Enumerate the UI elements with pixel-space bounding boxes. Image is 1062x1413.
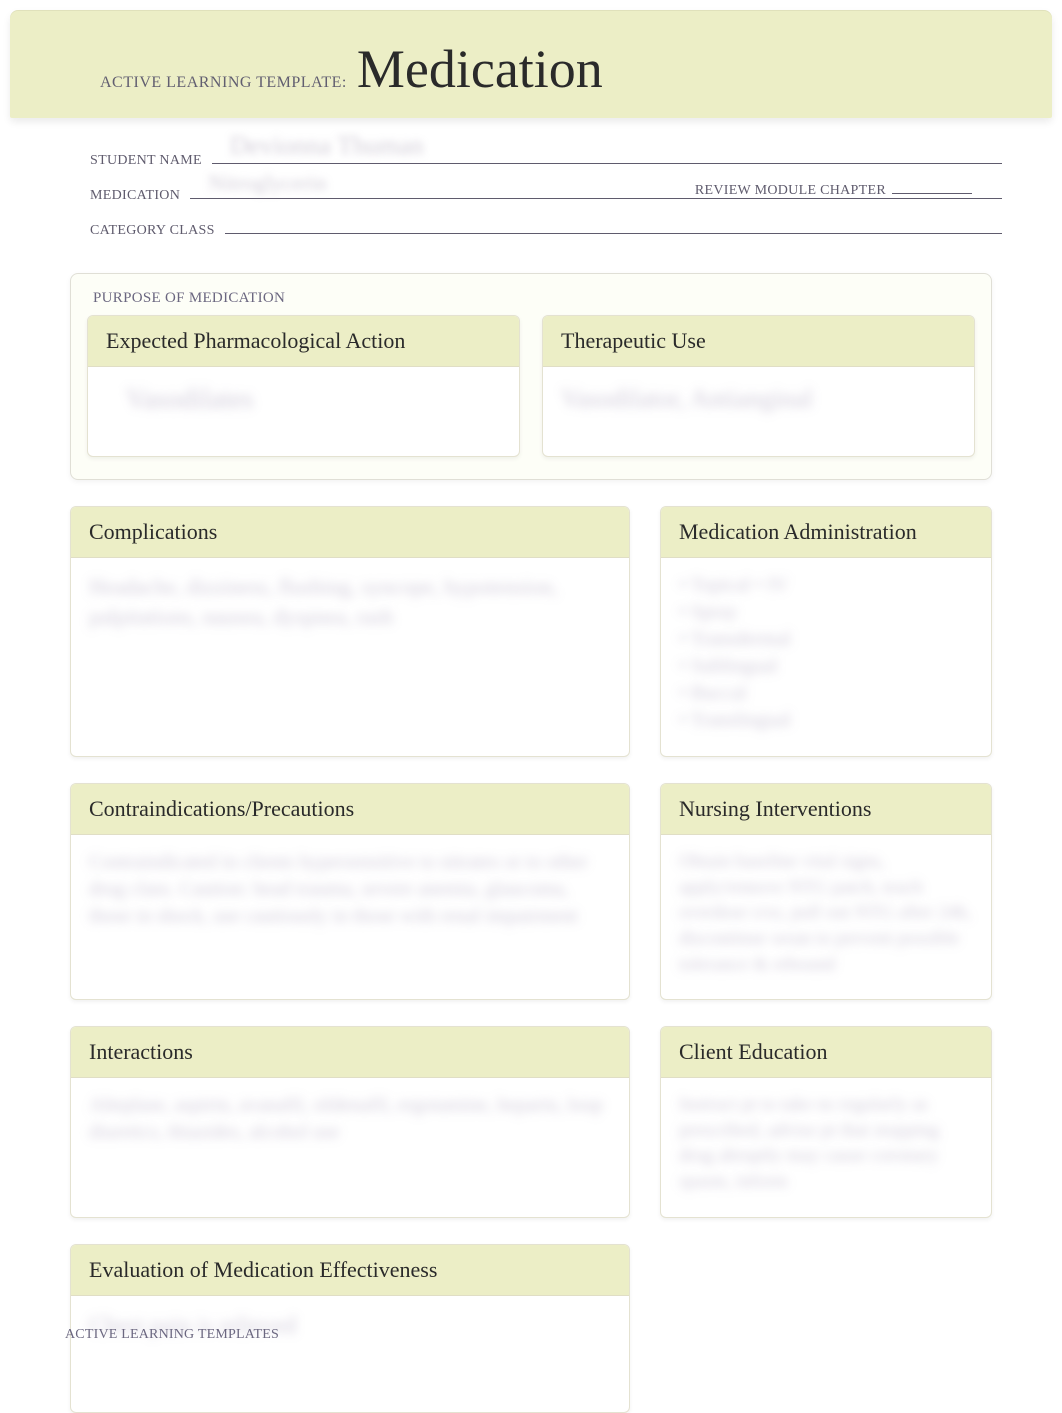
info-block: STUDENT NAME Devionna Thuman MEDICATION …: [0, 118, 1062, 263]
review-chapter-row: REVIEW MODULE CHAPTER: [695, 178, 972, 199]
medication-label: MEDICATION: [90, 188, 180, 204]
interactions-body[interactable]: Alteplase, aspirin, avanafil, sildenafil…: [71, 1078, 629, 1217]
footer-label: ACTIVE LEARNING TEMPLATES: [65, 1327, 279, 1343]
expected-action-card: Expected Pharmacological Action Vasodila…: [87, 315, 520, 457]
nursing-content: Obtain baseline vital signs, apply/remov…: [679, 849, 973, 977]
complications-card: Complications Headache, dizziness, flush…: [70, 506, 630, 757]
contraindications-content: Contraindicated in clients hypersensitiv…: [89, 849, 611, 930]
interactions-title: Interactions: [71, 1027, 629, 1078]
expected-action-title: Expected Pharmacological Action: [88, 316, 519, 367]
complications-content: Headache, dizziness, flushing, syncope, …: [89, 572, 611, 631]
complications-title: Complications: [71, 507, 629, 558]
purpose-section: PURPOSE OF MEDICATION Expected Pharmacol…: [70, 273, 992, 480]
medication-template-page: ACTIVE LEARNING TEMPLATE: Medication STU…: [0, 10, 1062, 1413]
contraindications-card: Contraindications/Precautions Contraindi…: [70, 783, 630, 1000]
med-admin-content: • Topical • IV • Spray • Transdermal • S…: [679, 572, 973, 734]
education-title: Client Education: [661, 1027, 991, 1078]
evaluation-body[interactable]: Chest pain is relieved: [71, 1296, 629, 1412]
student-name-field[interactable]: Devionna Thuman: [212, 148, 1002, 164]
medication-value: Nitroglycerin: [208, 170, 327, 196]
contraindications-title: Contraindications/Precautions: [71, 784, 629, 835]
header-title: Medication: [357, 39, 603, 99]
education-card: Client Education Instruct pt to take ns …: [660, 1026, 992, 1218]
nursing-title: Nursing Interventions: [661, 784, 991, 835]
therapeutic-use-title: Therapeutic Use: [543, 316, 974, 367]
category-class-label: CATEGORY CLASS: [90, 223, 215, 239]
education-content: Instruct pt to take ns regularly as pres…: [679, 1092, 973, 1195]
nursing-card: Nursing Interventions Obtain baseline vi…: [660, 783, 992, 1000]
review-chapter-label: REVIEW MODULE CHAPTER: [695, 183, 886, 199]
interactions-card: Interactions Alteplase, aspirin, avanafi…: [70, 1026, 630, 1218]
med-admin-title: Medication Administration: [661, 507, 991, 558]
complications-body[interactable]: Headache, dizziness, flushing, syncope, …: [71, 558, 629, 756]
med-admin-card: Medication Administration • Topical • IV…: [660, 506, 992, 757]
review-chapter-field[interactable]: [892, 178, 972, 194]
header-prefix: ACTIVE LEARNING TEMPLATE:: [100, 74, 347, 91]
expected-action-content: Vasodilates: [126, 381, 501, 419]
nursing-body[interactable]: Obtain baseline vital signs, apply/remov…: [661, 835, 991, 999]
interactions-content: Alteplase, aspirin, avanafil, sildenafil…: [89, 1092, 611, 1146]
evaluation-title: Evaluation of Medication Effectiveness: [71, 1245, 629, 1296]
student-name-row: STUDENT NAME Devionna Thuman: [90, 148, 1002, 169]
med-admin-body[interactable]: • Topical • IV • Spray • Transdermal • S…: [661, 558, 991, 756]
purpose-label: PURPOSE OF MEDICATION: [93, 290, 975, 307]
category-class-field[interactable]: [225, 218, 1002, 234]
therapeutic-use-card: Therapeutic Use Vasodilator, Antianginal: [542, 315, 975, 457]
student-name-value: Devionna Thuman: [230, 131, 424, 161]
education-body[interactable]: Instruct pt to take ns regularly as pres…: [661, 1078, 991, 1217]
expected-action-body[interactable]: Vasodilates: [88, 367, 519, 456]
contraindications-body[interactable]: Contraindicated in clients hypersensitiv…: [71, 835, 629, 999]
therapeutic-use-content: Vasodilator, Antianginal: [561, 381, 956, 416]
template-header: ACTIVE LEARNING TEMPLATE: Medication: [10, 10, 1052, 118]
therapeutic-use-body[interactable]: Vasodilator, Antianginal: [543, 367, 974, 456]
details-grid: Complications Headache, dizziness, flush…: [70, 506, 992, 1413]
student-name-label: STUDENT NAME: [90, 153, 202, 169]
